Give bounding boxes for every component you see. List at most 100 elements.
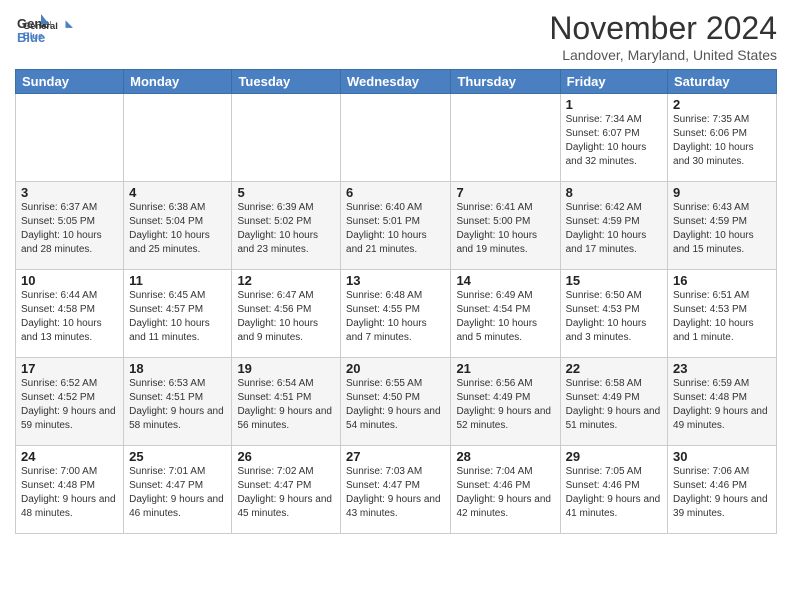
header-friday: Friday	[560, 70, 667, 94]
day-info: Sunrise: 7:35 AM Sunset: 6:06 PM Dayligh…	[673, 113, 771, 169]
day-number: 5	[237, 185, 335, 200]
calendar-cell: 24Sunrise: 7:00 AM Sunset: 4:48 PM Dayli…	[16, 446, 124, 534]
day-number: 11	[129, 273, 226, 288]
day-number: 18	[129, 361, 226, 376]
calendar-cell: 22Sunrise: 6:58 AM Sunset: 4:49 PM Dayli…	[560, 358, 667, 446]
day-number: 21	[456, 361, 554, 376]
day-number: 4	[129, 185, 226, 200]
day-number: 13	[346, 273, 445, 288]
day-info: Sunrise: 6:53 AM Sunset: 4:51 PM Dayligh…	[129, 377, 226, 433]
day-info: Sunrise: 6:37 AM Sunset: 5:05 PM Dayligh…	[21, 201, 118, 257]
day-number: 19	[237, 361, 335, 376]
day-number: 30	[673, 449, 771, 464]
calendar-cell: 19Sunrise: 6:54 AM Sunset: 4:51 PM Dayli…	[232, 358, 341, 446]
day-number: 16	[673, 273, 771, 288]
calendar-week-row: 17Sunrise: 6:52 AM Sunset: 4:52 PM Dayli…	[16, 358, 777, 446]
calendar-cell: 5Sunrise: 6:39 AM Sunset: 5:02 PM Daylig…	[232, 182, 341, 270]
calendar-cell: 2Sunrise: 7:35 AM Sunset: 6:06 PM Daylig…	[668, 94, 777, 182]
calendar-week-row: 1Sunrise: 7:34 AM Sunset: 6:07 PM Daylig…	[16, 94, 777, 182]
calendar-cell: 29Sunrise: 7:05 AM Sunset: 4:46 PM Dayli…	[560, 446, 667, 534]
day-number: 27	[346, 449, 445, 464]
day-info: Sunrise: 7:06 AM Sunset: 4:46 PM Dayligh…	[673, 465, 771, 521]
header-tuesday: Tuesday	[232, 70, 341, 94]
calendar-cell	[124, 94, 232, 182]
calendar-cell: 25Sunrise: 7:01 AM Sunset: 4:47 PM Dayli…	[124, 446, 232, 534]
calendar-cell	[341, 94, 451, 182]
day-info: Sunrise: 6:51 AM Sunset: 4:53 PM Dayligh…	[673, 289, 771, 345]
day-number: 15	[566, 273, 662, 288]
month-title: November 2024	[549, 10, 777, 47]
calendar-cell: 23Sunrise: 6:59 AM Sunset: 4:48 PM Dayli…	[668, 358, 777, 446]
calendar-table: Sunday Monday Tuesday Wednesday Thursday…	[15, 69, 777, 534]
day-info: Sunrise: 6:54 AM Sunset: 4:51 PM Dayligh…	[237, 377, 335, 433]
title-block: November 2024 Landover, Maryland, United…	[549, 10, 777, 63]
day-info: Sunrise: 6:38 AM Sunset: 5:04 PM Dayligh…	[129, 201, 226, 257]
day-info: Sunrise: 7:04 AM Sunset: 4:46 PM Dayligh…	[456, 465, 554, 521]
calendar-cell: 17Sunrise: 6:52 AM Sunset: 4:52 PM Dayli…	[16, 358, 124, 446]
day-number: 1	[566, 97, 662, 112]
calendar-cell: 4Sunrise: 6:38 AM Sunset: 5:04 PM Daylig…	[124, 182, 232, 270]
day-number: 3	[21, 185, 118, 200]
calendar-week-row: 3Sunrise: 6:37 AM Sunset: 5:05 PM Daylig…	[16, 182, 777, 270]
day-number: 6	[346, 185, 445, 200]
day-info: Sunrise: 6:42 AM Sunset: 4:59 PM Dayligh…	[566, 201, 662, 257]
day-number: 20	[346, 361, 445, 376]
calendar-cell: 20Sunrise: 6:55 AM Sunset: 4:50 PM Dayli…	[341, 358, 451, 446]
calendar-header-row: Sunday Monday Tuesday Wednesday Thursday…	[16, 70, 777, 94]
day-info: Sunrise: 7:05 AM Sunset: 4:46 PM Dayligh…	[566, 465, 662, 521]
day-number: 7	[456, 185, 554, 200]
calendar-cell	[451, 94, 560, 182]
day-info: Sunrise: 6:43 AM Sunset: 4:59 PM Dayligh…	[673, 201, 771, 257]
calendar-cell: 3Sunrise: 6:37 AM Sunset: 5:05 PM Daylig…	[16, 182, 124, 270]
calendar-cell: 9Sunrise: 6:43 AM Sunset: 4:59 PM Daylig…	[668, 182, 777, 270]
day-number: 12	[237, 273, 335, 288]
header-monday: Monday	[124, 70, 232, 94]
calendar-cell: 11Sunrise: 6:45 AM Sunset: 4:57 PM Dayli…	[124, 270, 232, 358]
header-saturday: Saturday	[668, 70, 777, 94]
svg-text:Blue: Blue	[23, 31, 43, 41]
day-number: 29	[566, 449, 662, 464]
day-number: 25	[129, 449, 226, 464]
calendar-cell: 8Sunrise: 6:42 AM Sunset: 4:59 PM Daylig…	[560, 182, 667, 270]
day-info: Sunrise: 7:03 AM Sunset: 4:47 PM Dayligh…	[346, 465, 445, 521]
day-info: Sunrise: 6:55 AM Sunset: 4:50 PM Dayligh…	[346, 377, 445, 433]
day-number: 28	[456, 449, 554, 464]
day-info: Sunrise: 6:39 AM Sunset: 5:02 PM Dayligh…	[237, 201, 335, 257]
calendar-week-row: 24Sunrise: 7:00 AM Sunset: 4:48 PM Dayli…	[16, 446, 777, 534]
day-info: Sunrise: 6:47 AM Sunset: 4:56 PM Dayligh…	[237, 289, 335, 345]
day-info: Sunrise: 6:44 AM Sunset: 4:58 PM Dayligh…	[21, 289, 118, 345]
calendar-cell: 28Sunrise: 7:04 AM Sunset: 4:46 PM Dayli…	[451, 446, 560, 534]
calendar-cell: 21Sunrise: 6:56 AM Sunset: 4:49 PM Dayli…	[451, 358, 560, 446]
day-info: Sunrise: 7:00 AM Sunset: 4:48 PM Dayligh…	[21, 465, 118, 521]
header-thursday: Thursday	[451, 70, 560, 94]
day-info: Sunrise: 6:49 AM Sunset: 4:54 PM Dayligh…	[456, 289, 554, 345]
day-info: Sunrise: 7:34 AM Sunset: 6:07 PM Dayligh…	[566, 113, 662, 169]
day-info: Sunrise: 6:56 AM Sunset: 4:49 PM Dayligh…	[456, 377, 554, 433]
day-number: 8	[566, 185, 662, 200]
header-sunday: Sunday	[16, 70, 124, 94]
calendar-cell: 16Sunrise: 6:51 AM Sunset: 4:53 PM Dayli…	[668, 270, 777, 358]
day-info: Sunrise: 6:52 AM Sunset: 4:52 PM Dayligh…	[21, 377, 118, 433]
day-info: Sunrise: 6:41 AM Sunset: 5:00 PM Dayligh…	[456, 201, 554, 257]
day-number: 9	[673, 185, 771, 200]
logo-graphic: General Blue	[23, 12, 73, 50]
calendar-cell: 13Sunrise: 6:48 AM Sunset: 4:55 PM Dayli…	[341, 270, 451, 358]
header: General Blue General Blue November 2024 …	[15, 10, 777, 63]
day-number: 24	[21, 449, 118, 464]
calendar-cell: 1Sunrise: 7:34 AM Sunset: 6:07 PM Daylig…	[560, 94, 667, 182]
svg-text:General: General	[23, 21, 58, 31]
calendar-cell: 18Sunrise: 6:53 AM Sunset: 4:51 PM Dayli…	[124, 358, 232, 446]
day-number: 26	[237, 449, 335, 464]
day-info: Sunrise: 6:58 AM Sunset: 4:49 PM Dayligh…	[566, 377, 662, 433]
calendar-cell: 6Sunrise: 6:40 AM Sunset: 5:01 PM Daylig…	[341, 182, 451, 270]
calendar-cell: 27Sunrise: 7:03 AM Sunset: 4:47 PM Dayli…	[341, 446, 451, 534]
calendar-cell: 30Sunrise: 7:06 AM Sunset: 4:46 PM Dayli…	[668, 446, 777, 534]
header-wednesday: Wednesday	[341, 70, 451, 94]
day-number: 2	[673, 97, 771, 112]
location: Landover, Maryland, United States	[549, 47, 777, 63]
calendar-cell: 15Sunrise: 6:50 AM Sunset: 4:53 PM Dayli…	[560, 270, 667, 358]
calendar-cell: 10Sunrise: 6:44 AM Sunset: 4:58 PM Dayli…	[16, 270, 124, 358]
calendar-week-row: 10Sunrise: 6:44 AM Sunset: 4:58 PM Dayli…	[16, 270, 777, 358]
page: General Blue General Blue November 2024 …	[0, 0, 792, 544]
day-info: Sunrise: 6:59 AM Sunset: 4:48 PM Dayligh…	[673, 377, 771, 433]
